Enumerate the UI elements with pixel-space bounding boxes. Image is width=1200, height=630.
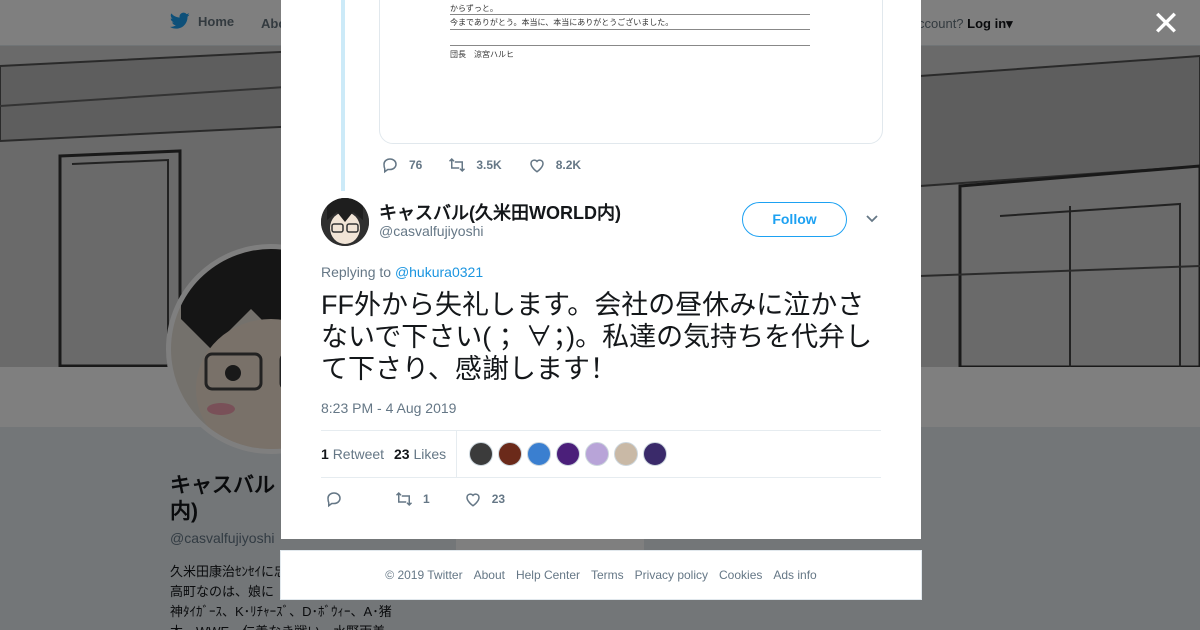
document-line-3: 団長 涼宮ハルヒ [450,50,514,59]
document-line-1: からずっと。 [450,4,498,13]
document-rule [450,45,810,46]
document-line-2: 今までありがとう。本当に、本当にありがとうございました。 [450,18,674,27]
footer-link[interactable]: Help Center [516,568,580,582]
footer-link[interactable]: Terms [591,568,624,582]
tweet-stats: 1 Retweet 23 Likes [321,430,881,478]
retweet-action-count: 1 [423,492,430,506]
tweet-modal: からずっと。 今までありがとう。本当に、本当にありがとうございました。 団長 涼… [281,0,921,539]
author-avatar[interactable] [321,198,369,246]
chevron-down-icon[interactable] [865,212,879,226]
author-name[interactable]: キャスバル(久米田WORLD内) [379,199,621,225]
parent-retweet-count: 3.5K [476,158,502,172]
author-handle[interactable]: @casvalfujiyoshi [379,223,483,239]
liker-avatar[interactable] [498,442,522,466]
tweet-text: FF外から失礼します。会社の昼休みに泣かさないで下さい( ；∀；)。私達の気持ち… [321,290,873,384]
footer-link[interactable]: Privacy policy [635,568,708,582]
liker-avatar[interactable] [643,442,667,466]
document-rule [450,14,810,15]
like-button[interactable]: 23 [464,490,505,508]
replying-to: Replying to @hukura0321 [321,264,483,280]
like-stat-label: Likes [413,446,447,462]
parent-tweet-actions: 76 3.5K 8.2K [381,156,607,174]
tweet-timestamp[interactable]: 8:23 PM - 4 Aug 2019 [321,400,456,416]
parent-reply-button[interactable]: 76 [381,156,422,174]
replying-prefix: Replying to [321,264,392,280]
liker-avatar[interactable] [556,442,580,466]
like-action-count: 23 [491,492,506,506]
tweet-actions: 1 23 [325,490,505,508]
retweet-stat[interactable]: 1 Retweet [321,446,384,462]
like-stat-count: 23 [394,446,410,462]
parent-like-count: 8.2K [555,158,582,172]
parent-retweet-button[interactable]: 3.5K [448,156,502,174]
reply-button[interactable] [325,490,343,508]
heart-icon [465,493,480,507]
liker-avatar[interactable] [614,442,638,466]
modal-footer: © 2019 Twitter About Help Center Terms Priva… [280,550,922,600]
parent-tweet-image-card[interactable]: からずっと。 今までありがとう。本当に、本当にありがとうございました。 団長 涼… [379,0,883,144]
parent-like-button[interactable]: 8.2K [528,156,581,174]
liker-avatar[interactable] [469,442,493,466]
footer-link[interactable]: About [474,568,505,582]
document-rule [450,29,810,30]
retweet-icon [395,491,413,507]
reply-icon [383,158,397,174]
liker-avatars [469,442,667,466]
replying-to-link[interactable]: @hukura0321 [395,264,483,280]
reply-icon [327,492,341,508]
liker-avatar[interactable] [585,442,609,466]
parent-reply-count: 76 [409,158,423,172]
footer-link[interactable]: Cookies [719,568,762,582]
thread-connector-line [341,0,345,191]
footer-link[interactable]: Ads info [773,568,816,582]
liker-avatar[interactable] [527,442,551,466]
retweet-stat-count: 1 [321,446,329,462]
follow-button[interactable]: Follow [742,202,847,237]
author-avatar-image [321,198,369,246]
heart-icon [529,159,544,173]
retweet-button[interactable]: 1 [395,490,430,508]
stats-divider [456,431,457,478]
like-stat[interactable]: 23 Likes [394,446,446,462]
retweet-stat-label: Retweet [332,446,385,462]
close-icon[interactable]: ✕ [1150,7,1182,41]
footer-copyright: © 2019 Twitter [385,568,463,582]
retweet-icon [449,157,466,173]
